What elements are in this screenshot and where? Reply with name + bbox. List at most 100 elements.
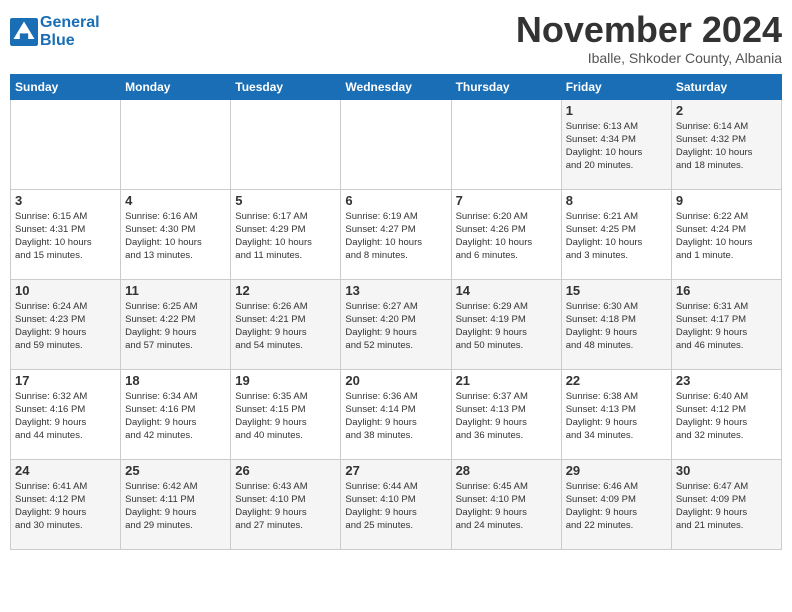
day-info: Sunrise: 6:31 AM Sunset: 4:17 PM Dayligh… [676,300,777,353]
calendar-table: SundayMondayTuesdayWednesdayThursdayFrid… [10,74,782,550]
calendar-cell: 22 Sunrise: 6:38 AM Sunset: 4:13 PM Dayli… [561,369,671,459]
day-number: 11 [125,283,226,298]
day-number: 18 [125,373,226,388]
calendar-cell: 8 Sunrise: 6:21 AM Sunset: 4:25 PM Daylig… [561,189,671,279]
month-title: November 2024 [516,10,782,50]
logo-icon [10,18,38,46]
day-number: 6 [345,193,446,208]
calendar-cell: 1Sunrise: 6:13 AM Sunset: 4:34 PM Daylig… [561,99,671,189]
calendar-cell [451,99,561,189]
day-info: Sunrise: 6:40 AM Sunset: 4:12 PM Dayligh… [676,390,777,443]
day-info: Sunrise: 6:38 AM Sunset: 4:13 PM Dayligh… [566,390,667,443]
calendar-cell: 20Sunrise: 6:36 AM Sunset: 4:14 PM Dayli… [341,369,451,459]
day-info: Sunrise: 6:26 AM Sunset: 4:21 PM Dayligh… [235,300,336,353]
calendar-cell: 19 Sunrise: 6:35 AM Sunset: 4:15 PM Dayli… [231,369,341,459]
calendar-header-row: SundayMondayTuesdayWednesdayThursdayFrid… [11,74,782,99]
calendar-week-row: 17 Sunrise: 6:32 AM Sunset: 4:16 PM Dayli… [11,369,782,459]
weekday-header-saturday: Saturday [671,74,781,99]
day-info: Sunrise: 6:14 AM Sunset: 4:32 PM Dayligh… [676,120,777,173]
calendar-week-row: 10 Sunrise: 6:24 AM Sunset: 4:23 PM Dayli… [11,279,782,369]
calendar-cell [231,99,341,189]
day-number: 14 [456,283,557,298]
day-info: Sunrise: 6:16 AM Sunset: 4:30 PM Dayligh… [125,210,226,263]
day-number: 26 [235,463,336,478]
day-number: 30 [676,463,777,478]
day-number: 22 [566,373,667,388]
day-number: 15 [566,283,667,298]
day-number: 8 [566,193,667,208]
calendar-cell [121,99,231,189]
day-number: 24 [15,463,116,478]
day-number: 23 [676,373,777,388]
calendar-week-row: 24Sunrise: 6:41 AM Sunset: 4:12 PM Dayli… [11,459,782,549]
weekday-header-friday: Friday [561,74,671,99]
weekday-header-sunday: Sunday [11,74,121,99]
day-info: Sunrise: 6:44 AM Sunset: 4:10 PM Dayligh… [345,480,446,533]
title-block: November 2024 Iballe, Shkoder County, Al… [516,10,782,66]
day-number: 28 [456,463,557,478]
day-info: Sunrise: 6:20 AM Sunset: 4:26 PM Dayligh… [456,210,557,263]
day-number: 29 [566,463,667,478]
day-info: Sunrise: 6:13 AM Sunset: 4:34 PM Dayligh… [566,120,667,173]
calendar-cell: 3 Sunrise: 6:15 AM Sunset: 4:31 PM Daylig… [11,189,121,279]
location-subtitle: Iballe, Shkoder County, Albania [516,50,782,66]
calendar-cell: 10 Sunrise: 6:24 AM Sunset: 4:23 PM Dayli… [11,279,121,369]
day-number: 21 [456,373,557,388]
day-info: Sunrise: 6:35 AM Sunset: 4:15 PM Dayligh… [235,390,336,443]
calendar-cell: 17 Sunrise: 6:32 AM Sunset: 4:16 PM Dayli… [11,369,121,459]
day-number: 9 [676,193,777,208]
day-info: Sunrise: 6:22 AM Sunset: 4:24 PM Dayligh… [676,210,777,263]
calendar-cell: 11Sunrise: 6:25 AM Sunset: 4:22 PM Dayli… [121,279,231,369]
day-info: Sunrise: 6:21 AM Sunset: 4:25 PM Dayligh… [566,210,667,263]
weekday-header-tuesday: Tuesday [231,74,341,99]
weekday-header-thursday: Thursday [451,74,561,99]
calendar-cell [341,99,451,189]
day-number: 20 [345,373,446,388]
weekday-header-wednesday: Wednesday [341,74,451,99]
calendar-cell: 5 Sunrise: 6:17 AM Sunset: 4:29 PM Daylig… [231,189,341,279]
calendar-week-row: 1Sunrise: 6:13 AM Sunset: 4:34 PM Daylig… [11,99,782,189]
day-number: 2 [676,103,777,118]
day-info: Sunrise: 6:43 AM Sunset: 4:10 PM Dayligh… [235,480,336,533]
calendar-cell: 6Sunrise: 6:19 AM Sunset: 4:27 PM Daylig… [341,189,451,279]
day-info: Sunrise: 6:24 AM Sunset: 4:23 PM Dayligh… [15,300,116,353]
day-info: Sunrise: 6:30 AM Sunset: 4:18 PM Dayligh… [566,300,667,353]
calendar-cell: 21Sunrise: 6:37 AM Sunset: 4:13 PM Dayli… [451,369,561,459]
day-number: 27 [345,463,446,478]
calendar-cell: 12 Sunrise: 6:26 AM Sunset: 4:21 PM Dayli… [231,279,341,369]
calendar-cell: 25 Sunrise: 6:42 AM Sunset: 4:11 PM Dayli… [121,459,231,549]
logo: General Blue [10,14,100,49]
logo-line2: Blue [40,32,100,50]
day-number: 10 [15,283,116,298]
calendar-cell: 14 Sunrise: 6:29 AM Sunset: 4:19 PM Dayli… [451,279,561,369]
day-info: Sunrise: 6:29 AM Sunset: 4:19 PM Dayligh… [456,300,557,353]
day-info: Sunrise: 6:45 AM Sunset: 4:10 PM Dayligh… [456,480,557,533]
calendar-cell: 9 Sunrise: 6:22 AM Sunset: 4:24 PM Daylig… [671,189,781,279]
day-info: Sunrise: 6:42 AM Sunset: 4:11 PM Dayligh… [125,480,226,533]
day-info: Sunrise: 6:46 AM Sunset: 4:09 PM Dayligh… [566,480,667,533]
day-info: Sunrise: 6:15 AM Sunset: 4:31 PM Dayligh… [15,210,116,263]
day-number: 12 [235,283,336,298]
day-number: 3 [15,193,116,208]
calendar-week-row: 3 Sunrise: 6:15 AM Sunset: 4:31 PM Daylig… [11,189,782,279]
day-number: 13 [345,283,446,298]
day-info: Sunrise: 6:47 AM Sunset: 4:09 PM Dayligh… [676,480,777,533]
day-number: 17 [15,373,116,388]
calendar-cell: 27 Sunrise: 6:44 AM Sunset: 4:10 PM Dayli… [341,459,451,549]
day-number: 5 [235,193,336,208]
calendar-cell: 28 Sunrise: 6:45 AM Sunset: 4:10 PM Dayli… [451,459,561,549]
calendar-cell: 23 Sunrise: 6:40 AM Sunset: 4:12 PM Dayli… [671,369,781,459]
day-number: 16 [676,283,777,298]
calendar-cell: 13 Sunrise: 6:27 AM Sunset: 4:20 PM Dayli… [341,279,451,369]
day-info: Sunrise: 6:27 AM Sunset: 4:20 PM Dayligh… [345,300,446,353]
day-info: Sunrise: 6:17 AM Sunset: 4:29 PM Dayligh… [235,210,336,263]
day-info: Sunrise: 6:34 AM Sunset: 4:16 PM Dayligh… [125,390,226,443]
calendar-cell: 24Sunrise: 6:41 AM Sunset: 4:12 PM Dayli… [11,459,121,549]
calendar-cell: 16 Sunrise: 6:31 AM Sunset: 4:17 PM Dayli… [671,279,781,369]
day-number: 7 [456,193,557,208]
day-info: Sunrise: 6:32 AM Sunset: 4:16 PM Dayligh… [15,390,116,443]
page-header: General Blue November 2024 Iballe, Shkod… [10,10,782,66]
day-number: 19 [235,373,336,388]
day-number: 4 [125,193,226,208]
day-number: 25 [125,463,226,478]
